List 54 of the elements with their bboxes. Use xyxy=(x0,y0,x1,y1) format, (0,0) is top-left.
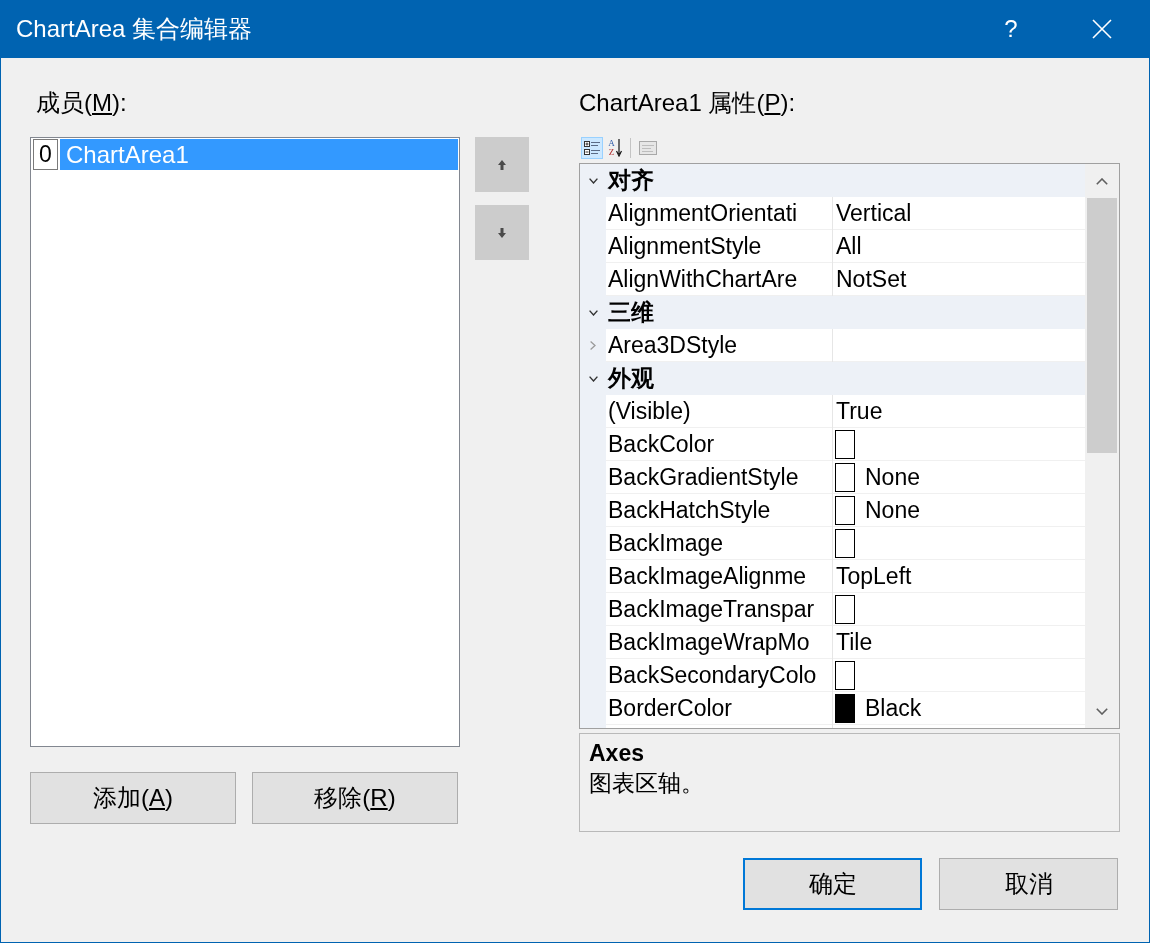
description-title: Axes xyxy=(589,739,644,768)
property-value[interactable]: True xyxy=(835,397,883,425)
property-name[interactable]: BackImageWrapMo xyxy=(606,626,832,659)
chevron-down-icon[interactable] xyxy=(588,177,598,184)
help-button[interactable]: ? xyxy=(988,9,1034,49)
close-icon xyxy=(1092,19,1112,39)
property-value[interactable]: All xyxy=(835,232,862,260)
property-name[interactable]: BackImage xyxy=(606,527,832,560)
property-name[interactable]: BackImageTranspar xyxy=(606,593,832,626)
property-name[interactable]: AlignmentStyle xyxy=(606,230,832,263)
arrow-down-icon xyxy=(498,227,506,238)
ok-button[interactable]: 确定 xyxy=(743,858,922,910)
category-name: 三维 xyxy=(607,298,654,327)
scrollbar-thumb[interactable] xyxy=(1087,198,1117,453)
members-label: 成员(M): xyxy=(36,91,127,115)
window-title: ChartArea 集合编辑器 xyxy=(16,14,254,44)
property-value[interactable]: None xyxy=(855,463,920,491)
category-name: 对齐 xyxy=(606,166,654,195)
item-index: 0 xyxy=(33,139,58,170)
property-value[interactable]: Vertical xyxy=(835,199,912,227)
chevron-down-icon[interactable] xyxy=(588,309,598,316)
property-value[interactable]: NotSet xyxy=(835,265,907,293)
property-name[interactable]: BackColor xyxy=(606,428,832,461)
property-name[interactable]: BorderColor xyxy=(606,692,832,725)
description-text: 图表区轴。 xyxy=(589,769,704,798)
cancel-button[interactable]: 取消 xyxy=(939,858,1118,910)
property-pages-icon xyxy=(639,141,657,155)
property-value[interactable]: TopLeft xyxy=(835,562,912,590)
property-name[interactable]: BackGradientStyle xyxy=(606,461,832,494)
property-name[interactable]: Area3DStyle xyxy=(606,329,832,362)
chevron-down-icon[interactable] xyxy=(588,375,598,382)
categorized-view-button[interactable] xyxy=(581,137,603,159)
categorized-list-icon xyxy=(584,140,600,156)
members-list[interactable]: 0 ChartArea1 xyxy=(30,137,460,747)
property-name[interactable]: BackImageAlignme xyxy=(606,560,832,593)
add-button[interactable]: 添加(A) xyxy=(30,772,236,824)
property-name[interactable]: AlignWithChartAre xyxy=(606,263,832,296)
property-value[interactable]: Black xyxy=(855,694,922,722)
property-name[interactable]: BackSecondaryColo xyxy=(606,659,832,692)
property-name[interactable]: (Visible) xyxy=(606,395,832,428)
chevron-up-icon[interactable] xyxy=(1096,177,1108,185)
property-name[interactable]: AlignmentOrientati xyxy=(606,197,832,230)
scrollbar[interactable] xyxy=(1085,164,1119,728)
remove-button[interactable]: 移除(R) xyxy=(252,772,458,824)
chevron-down-icon[interactable] xyxy=(1096,707,1108,715)
property-value[interactable]: None xyxy=(855,496,920,524)
property-grid[interactable] xyxy=(579,163,1120,729)
arrow-up-icon xyxy=(498,159,506,170)
properties-label: ChartArea1 属性(P): xyxy=(579,91,796,115)
down-arrow-icon xyxy=(615,139,622,157)
alphabetical-sort-button[interactable]: A Z xyxy=(604,137,626,159)
property-name[interactable]: BackHatchStyle xyxy=(606,494,832,527)
property-value[interactable]: Tile xyxy=(835,628,873,656)
category-name: 外观 xyxy=(606,364,654,393)
